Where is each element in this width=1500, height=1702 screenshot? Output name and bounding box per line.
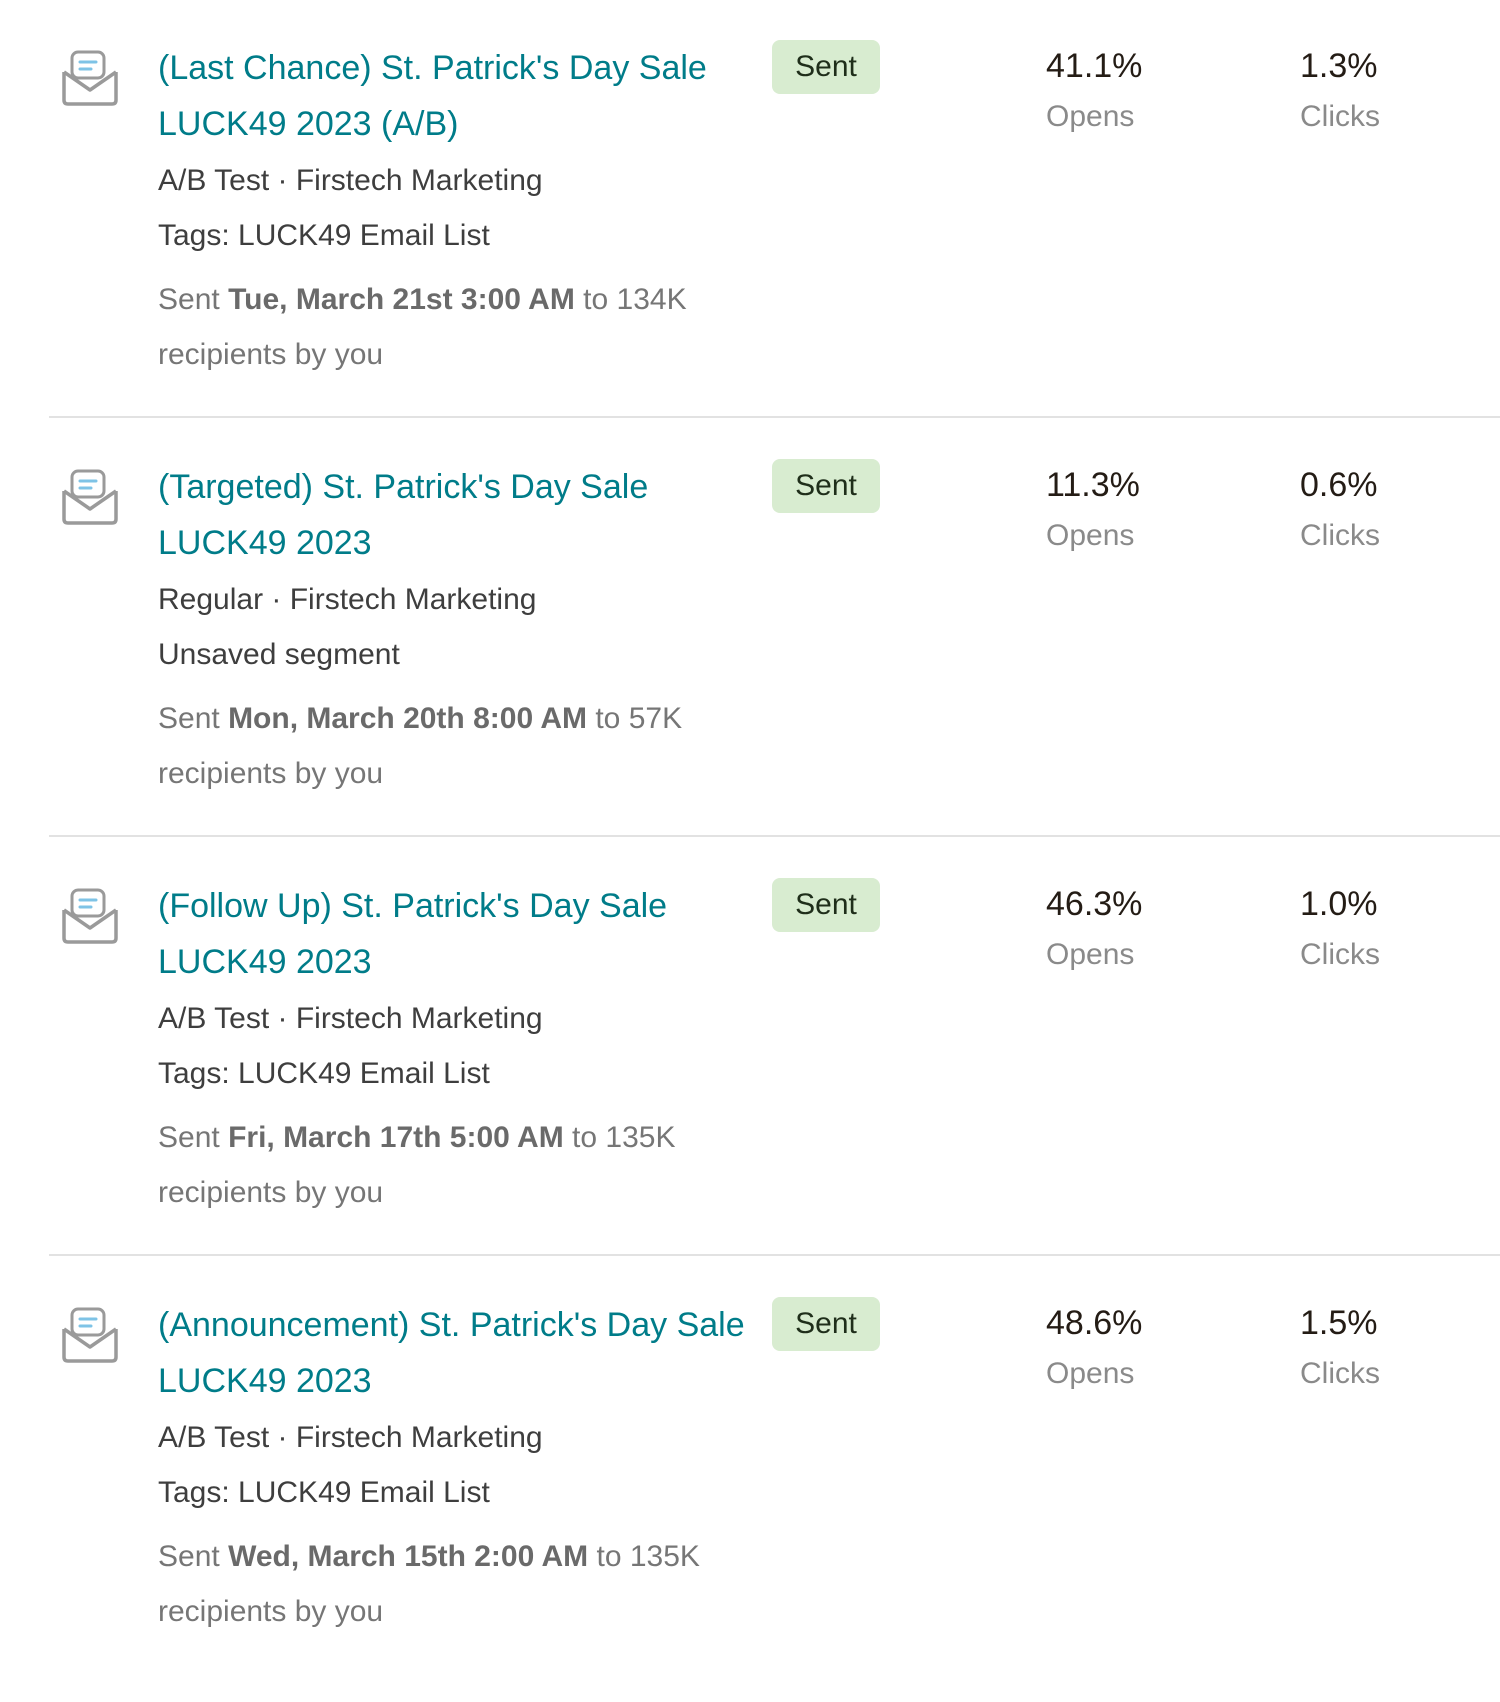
opens-value: 48.6% bbox=[1046, 1304, 1143, 1342]
clicks-label: Clicks bbox=[1300, 938, 1380, 971]
campaign-meta: A/B Test · Firstech Marketing Tags: LUCK… bbox=[158, 991, 758, 1101]
clicks-stat: 1.0% Clicks bbox=[1300, 880, 1380, 982]
opens-label: Opens bbox=[1046, 519, 1135, 552]
sent-info: Sent Mon, March 20th 8:00 AM to 57K reci… bbox=[158, 691, 758, 801]
campaign-title-link[interactable]: (Targeted) St. Patrick's Day Sale LUCK49… bbox=[158, 459, 758, 571]
campaign-title-link[interactable]: (Follow Up) St. Patrick's Day Sale LUCK4… bbox=[158, 878, 758, 990]
opens-stat: 11.3% Opens bbox=[1046, 461, 1140, 563]
campaign-meta: Regular · Firstech Marketing Unsaved seg… bbox=[158, 572, 758, 682]
opens-value: 11.3% bbox=[1046, 466, 1140, 504]
sent-date: Fri, March 17th 5:00 AM bbox=[228, 1121, 564, 1154]
sent-prefix: Sent bbox=[158, 1540, 229, 1573]
campaign-type-line: A/B Test · Firstech Marketing bbox=[158, 1421, 543, 1454]
campaign-audience-line: Tags: LUCK49 Email List bbox=[158, 1476, 490, 1509]
opens-stat: 41.1% Opens bbox=[1046, 42, 1142, 144]
campaign-row: (Announcement) St. Patrick's Day Sale LU… bbox=[0, 1257, 1500, 1661]
sent-info: Sent Wed, March 15th 2:00 AM to 135K rec… bbox=[158, 1529, 758, 1639]
email-campaign-icon bbox=[60, 886, 120, 946]
opens-stat: 48.6% Opens bbox=[1046, 1299, 1142, 1401]
campaign-audience-line: Unsaved segment bbox=[158, 638, 400, 671]
campaign-row: (Last Chance) St. Patrick's Day Sale LUC… bbox=[0, 0, 1500, 404]
campaign-row: (Targeted) St. Patrick's Day Sale LUCK49… bbox=[0, 419, 1500, 823]
clicks-value: 1.5% bbox=[1300, 1304, 1378, 1342]
clicks-value: 1.3% bbox=[1300, 47, 1378, 85]
status-badge: Sent bbox=[772, 1297, 880, 1351]
status-badge: Sent bbox=[772, 40, 880, 94]
sent-prefix: Sent bbox=[158, 702, 229, 735]
sent-date: Wed, March 15th 2:00 AM bbox=[228, 1540, 589, 1573]
sent-info: Sent Tue, March 21st 3:00 AM to 134K rec… bbox=[158, 272, 758, 382]
clicks-label: Clicks bbox=[1300, 1357, 1380, 1390]
opens-label: Opens bbox=[1046, 100, 1135, 133]
campaign-type-line: A/B Test · Firstech Marketing bbox=[158, 1002, 543, 1035]
status-badge: Sent bbox=[772, 878, 880, 932]
row-divider bbox=[49, 416, 1500, 418]
clicks-label: Clicks bbox=[1300, 519, 1380, 552]
campaign-meta: A/B Test · Firstech Marketing Tags: LUCK… bbox=[158, 153, 758, 263]
opens-value: 41.1% bbox=[1046, 47, 1143, 85]
opens-label: Opens bbox=[1046, 1357, 1135, 1390]
row-divider bbox=[49, 835, 1500, 837]
clicks-value: 1.0% bbox=[1300, 885, 1378, 923]
campaign-type-line: Regular · Firstech Marketing bbox=[158, 583, 537, 616]
sent-info: Sent Fri, March 17th 5:00 AM to 135K rec… bbox=[158, 1110, 758, 1220]
opens-value: 46.3% bbox=[1046, 885, 1143, 923]
campaign-title-link[interactable]: (Last Chance) St. Patrick's Day Sale LUC… bbox=[158, 40, 758, 152]
email-campaign-icon bbox=[60, 467, 120, 527]
sent-date: Mon, March 20th 8:00 AM bbox=[228, 702, 588, 735]
sent-date: Tue, March 21st 3:00 AM bbox=[228, 283, 575, 316]
campaign-row: (Follow Up) St. Patrick's Day Sale LUCK4… bbox=[0, 838, 1500, 1242]
email-campaign-icon bbox=[60, 48, 120, 108]
campaign-type-line: A/B Test · Firstech Marketing bbox=[158, 164, 543, 197]
opens-stat: 46.3% Opens bbox=[1046, 880, 1142, 982]
sent-prefix: Sent bbox=[158, 1121, 229, 1154]
email-campaign-icon bbox=[60, 1305, 120, 1365]
opens-label: Opens bbox=[1046, 938, 1135, 971]
campaign-meta: A/B Test · Firstech Marketing Tags: LUCK… bbox=[158, 1410, 758, 1520]
campaign-audience-line: Tags: LUCK49 Email List bbox=[158, 1057, 490, 1090]
campaign-title-link[interactable]: (Announcement) St. Patrick's Day Sale LU… bbox=[158, 1297, 758, 1409]
clicks-value: 0.6% bbox=[1300, 466, 1378, 504]
status-badge: Sent bbox=[772, 459, 880, 513]
sent-prefix: Sent bbox=[158, 283, 229, 316]
clicks-label: Clicks bbox=[1300, 100, 1380, 133]
clicks-stat: 0.6% Clicks bbox=[1300, 461, 1380, 563]
clicks-stat: 1.5% Clicks bbox=[1300, 1299, 1380, 1401]
row-divider bbox=[49, 1254, 1500, 1256]
clicks-stat: 1.3% Clicks bbox=[1300, 42, 1380, 144]
campaign-audience-line: Tags: LUCK49 Email List bbox=[158, 219, 490, 252]
